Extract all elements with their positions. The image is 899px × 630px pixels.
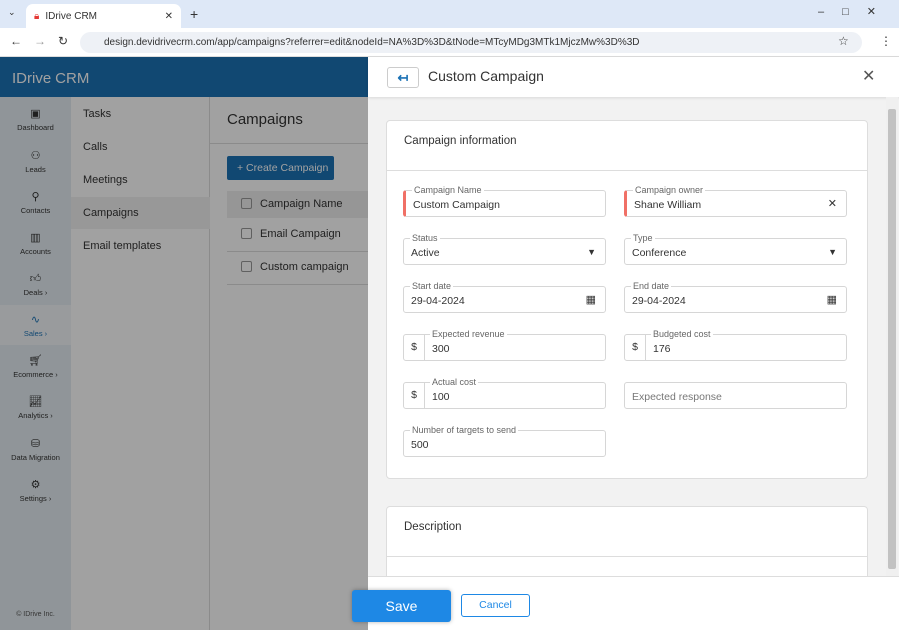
budgeted-cost-field[interactable]: $ Budgeted cost 176 [624, 328, 847, 361]
actual-cost-field[interactable]: $ Actual cost 100 [403, 376, 606, 409]
tab-list-icon[interactable]: ⌄ [8, 7, 16, 18]
back-button[interactable]: ↤ [387, 67, 419, 88]
section-title: Campaign information [404, 135, 517, 147]
window-controls[interactable]: –□✕ [818, 5, 894, 18]
tab-title: IDrive CRM [45, 10, 97, 22]
browser-tab[interactable]: 🔒︎ IDrive CRM ✕ [26, 4, 181, 28]
expected-response-field[interactable]: Expected response [624, 382, 847, 409]
url-input[interactable]: design.devidrivecrm.com/app/campaigns?re… [80, 32, 862, 53]
end-date-field[interactable]: End date 29-04-2024 ▦ [624, 280, 847, 313]
close-icon[interactable]: ✕ [862, 66, 875, 86]
bookmark-star-icon[interactable]: ☆ [838, 34, 849, 48]
dropdown-arrow-icon: ▼ [828, 247, 837, 257]
browser-menu-icon[interactable]: ⋮ [880, 34, 892, 48]
forward-icon[interactable]: → [34, 34, 46, 48]
type-select[interactable]: Type Conference ▼ [624, 232, 847, 265]
targets-count-field[interactable]: Number of targets to send 500 [403, 424, 606, 457]
new-tab-icon[interactable]: + [190, 6, 198, 22]
close-tab-icon[interactable]: ✕ [165, 11, 173, 22]
start-date-field[interactable]: Start date 29-04-2024 ▦ [403, 280, 606, 313]
clear-owner-icon[interactable]: ✕ [828, 197, 837, 210]
dropdown-arrow-icon: ▼ [587, 247, 596, 257]
campaign-name-field[interactable]: Campaign Name Custom Campaign [403, 184, 606, 217]
section-title: Description [404, 521, 462, 533]
panel-title: Custom Campaign [428, 68, 544, 84]
calendar-icon[interactable]: ▦ [586, 293, 596, 306]
expected-revenue-field[interactable]: $ Expected revenue 300 [403, 328, 606, 361]
idrive-favicon-icon: 🔒︎ [34, 10, 40, 22]
status-select[interactable]: Status Active ▼ [403, 232, 606, 265]
back-icon[interactable]: ← [10, 34, 22, 48]
calendar-icon[interactable]: ▦ [827, 293, 837, 306]
cancel-button[interactable]: Cancel [461, 594, 530, 617]
save-button[interactable]: Save [352, 590, 451, 622]
campaign-owner-field[interactable]: Campaign owner Shane William ✕ [624, 184, 847, 217]
scrollbar-thumb[interactable] [888, 109, 896, 569]
reload-icon[interactable]: ↻ [58, 34, 68, 48]
